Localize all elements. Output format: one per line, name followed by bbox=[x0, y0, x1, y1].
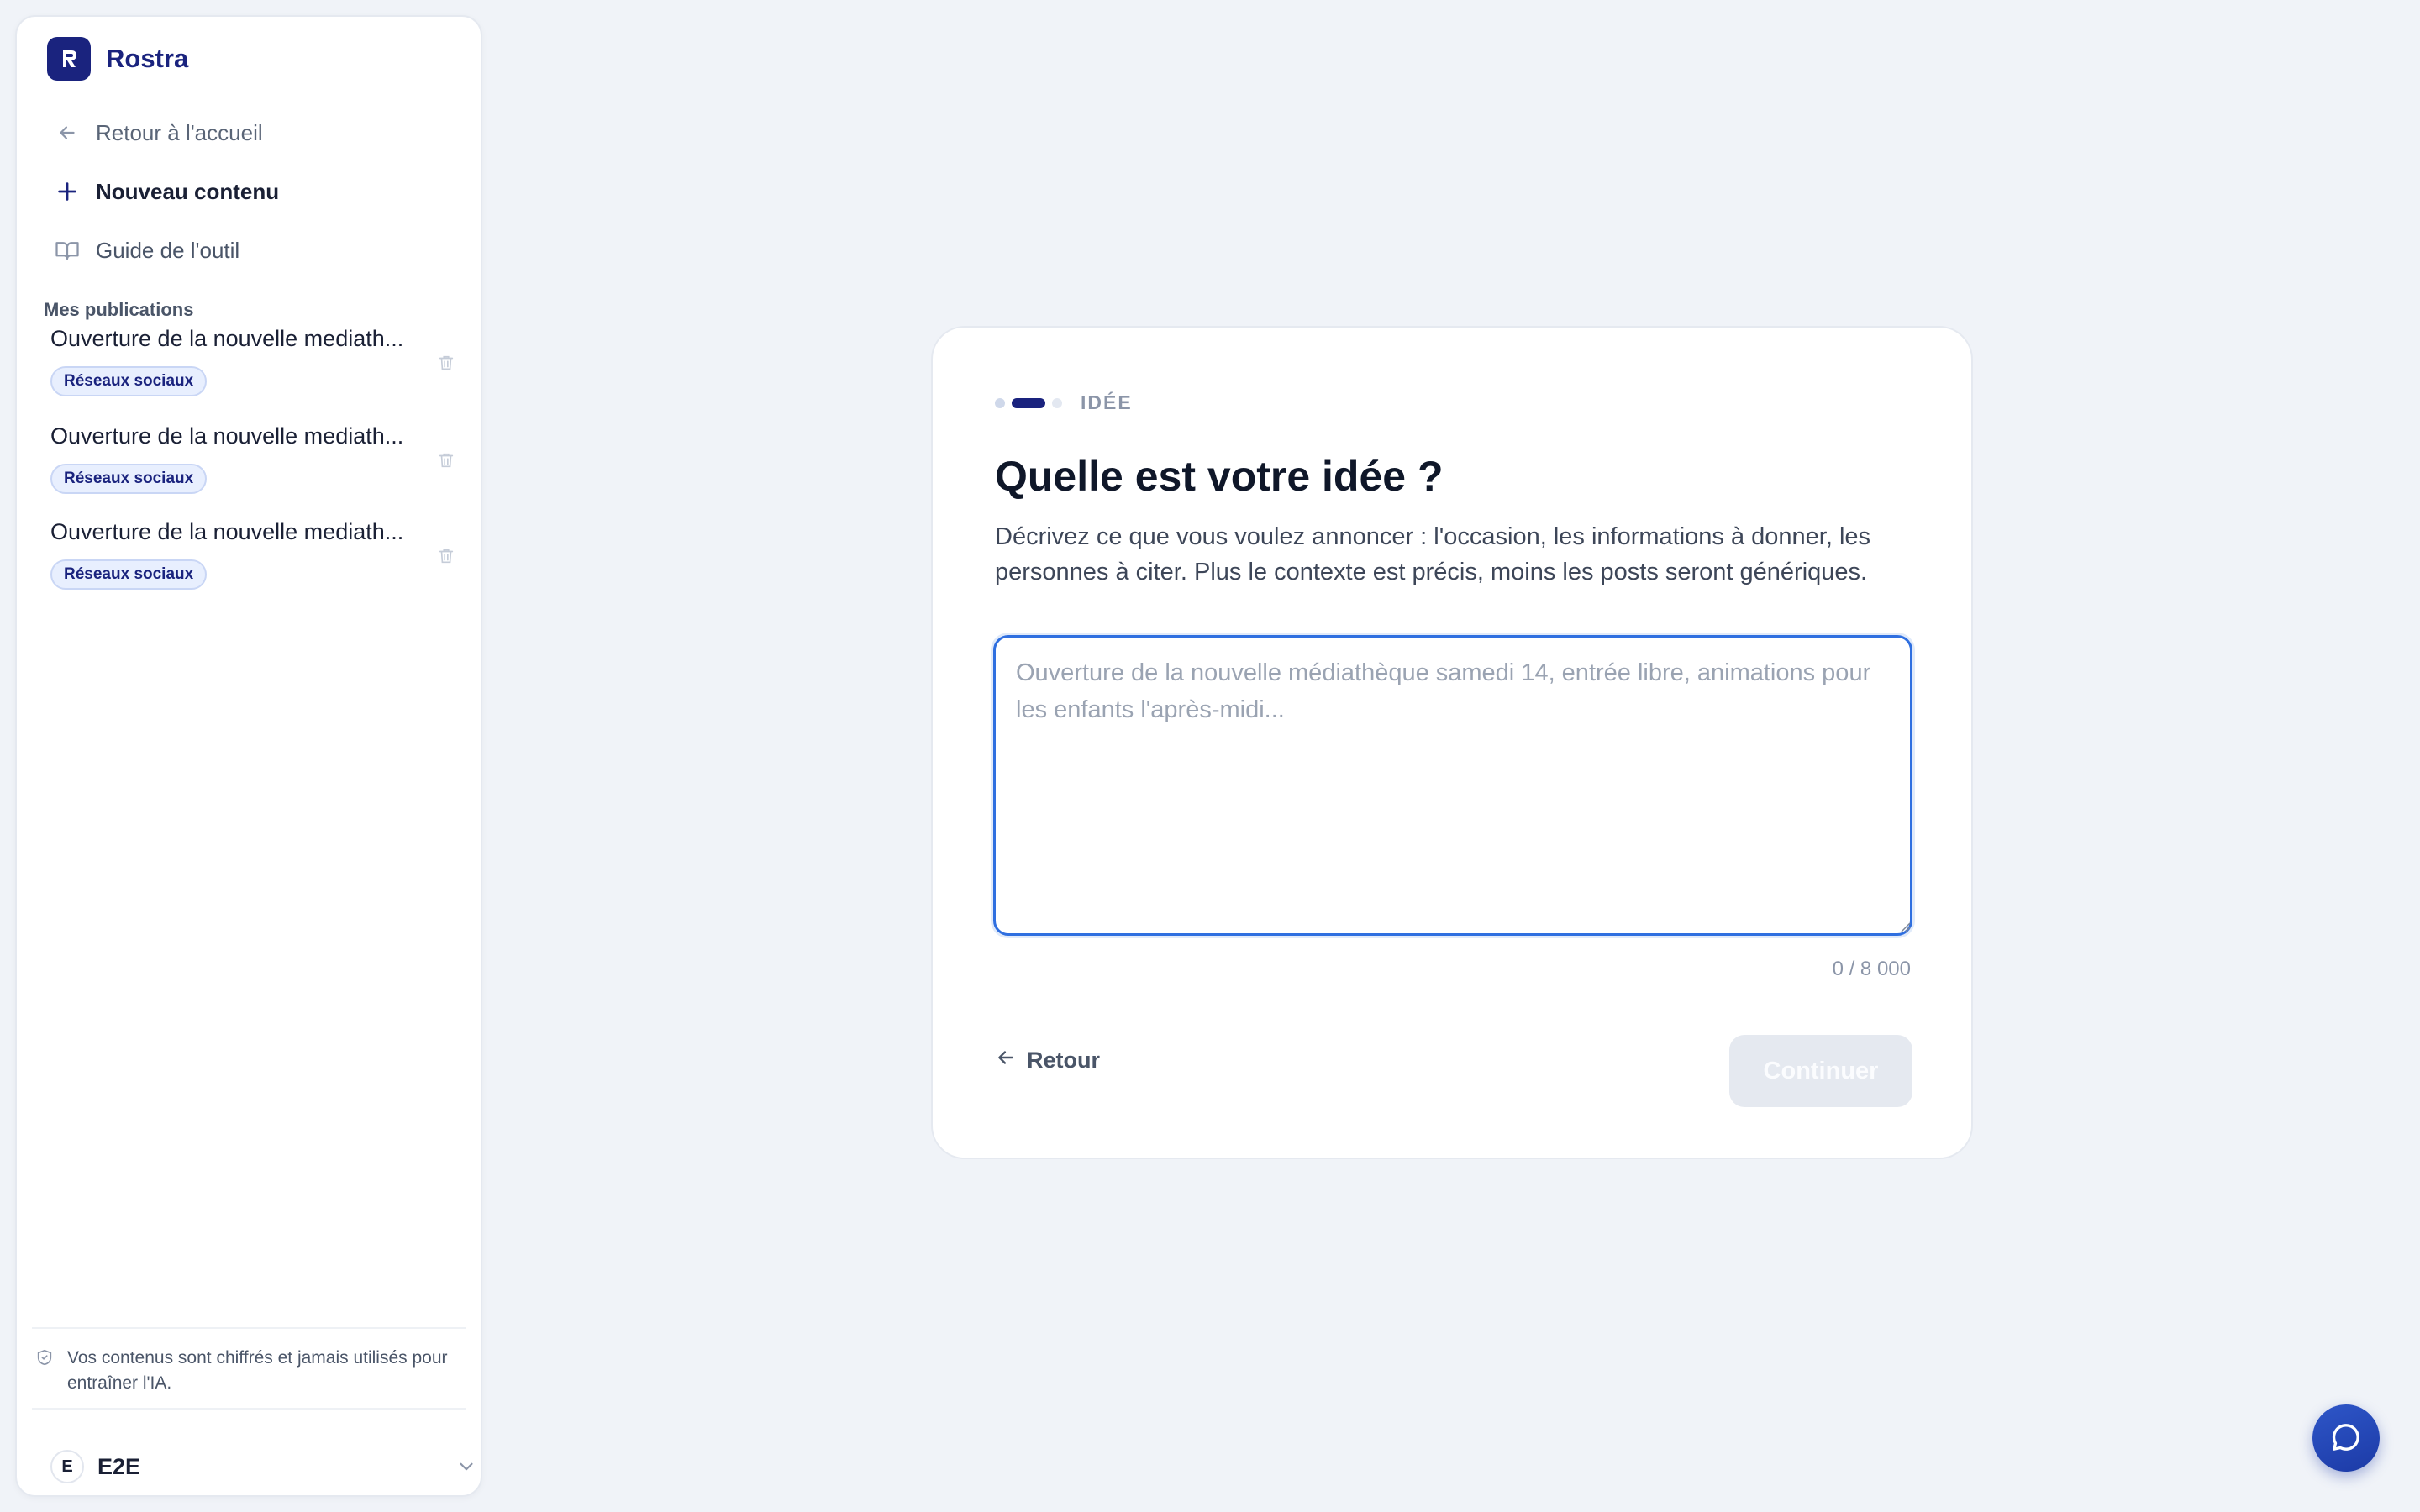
arrow-left-icon bbox=[995, 1047, 1017, 1074]
arrow-left-icon bbox=[54, 119, 81, 146]
guide-label: Guide de l'outil bbox=[96, 237, 240, 263]
continue-button[interactable]: Continuer bbox=[1729, 1035, 1912, 1107]
privacy-text: Vos contenus sont chiffrés et jamais uti… bbox=[67, 1348, 448, 1393]
privacy-notice: Vos contenus sont chiffrés et jamais uti… bbox=[35, 1346, 472, 1396]
trash-icon[interactable] bbox=[437, 353, 462, 378]
user-menu[interactable]: E E2E bbox=[50, 1450, 477, 1483]
publication-badge: Réseaux sociaux bbox=[50, 559, 208, 590]
new-content-label: Nouveau contenu bbox=[96, 178, 280, 204]
publication-badge: Réseaux sociaux bbox=[50, 464, 208, 494]
resize-handle-icon[interactable] bbox=[1899, 921, 1911, 932]
plus-icon bbox=[54, 178, 81, 205]
avatar: E bbox=[50, 1450, 84, 1483]
brand[interactable]: Rostra bbox=[47, 37, 188, 81]
chevron-down-icon bbox=[455, 1456, 477, 1478]
back-button[interactable]: Retour bbox=[995, 1047, 1100, 1074]
page-description: Décrivez ce que vous voulez annoncer : l… bbox=[995, 523, 1871, 585]
publications-section-label: Mes publications bbox=[44, 299, 194, 320]
user-name: E2E bbox=[97, 1453, 141, 1479]
publication-item[interactable]: Ouverture de la nouvelle mediath... Rése… bbox=[50, 326, 471, 407]
step-dot bbox=[1052, 397, 1062, 408]
publication-title: Ouverture de la nouvelle mediath... bbox=[50, 519, 404, 544]
back-home-link[interactable]: Retour à l'accueil bbox=[54, 119, 263, 146]
brand-name: Rostra bbox=[106, 44, 189, 73]
idea-step-card: IDÉE Quelle est votre idée ? Décrivez ce… bbox=[931, 326, 1973, 1159]
footer-divider bbox=[32, 1408, 466, 1410]
character-counter: 0 / 8 000 bbox=[1832, 958, 1911, 980]
publication-item[interactable]: Ouverture de la nouvelle mediath... Rése… bbox=[50, 423, 471, 504]
back-home-label: Retour à l'accueil bbox=[96, 119, 263, 145]
page-title: Quelle est votre idée ? bbox=[995, 453, 1444, 500]
book-open-icon bbox=[54, 237, 81, 264]
footer-divider bbox=[32, 1327, 466, 1329]
chat-bubble-icon bbox=[2329, 1420, 2363, 1457]
step-active bbox=[1012, 397, 1045, 408]
brand-logo-icon bbox=[47, 37, 91, 81]
new-content-button[interactable]: Nouveau contenu bbox=[54, 178, 279, 205]
step-indicator: IDÉE bbox=[995, 391, 1133, 414]
publication-badge: Réseaux sociaux bbox=[50, 366, 208, 396]
step-dot bbox=[995, 397, 1005, 408]
sidebar: Rostra Retour à l'accueil Nouveau conten… bbox=[15, 15, 482, 1497]
guide-link[interactable]: Guide de l'outil bbox=[54, 237, 239, 264]
publication-title: Ouverture de la nouvelle mediath... bbox=[50, 423, 404, 449]
trash-icon[interactable] bbox=[437, 450, 462, 475]
idea-textarea[interactable] bbox=[993, 635, 1912, 936]
chat-button[interactable] bbox=[2312, 1404, 2380, 1472]
trash-icon[interactable] bbox=[437, 546, 462, 571]
publication-title: Ouverture de la nouvelle mediath... bbox=[50, 326, 404, 351]
shield-icon bbox=[35, 1347, 57, 1396]
step-label: IDÉE bbox=[1081, 391, 1133, 413]
publication-item[interactable]: Ouverture de la nouvelle mediath... Rése… bbox=[50, 519, 471, 600]
back-button-label: Retour bbox=[1027, 1047, 1100, 1073]
